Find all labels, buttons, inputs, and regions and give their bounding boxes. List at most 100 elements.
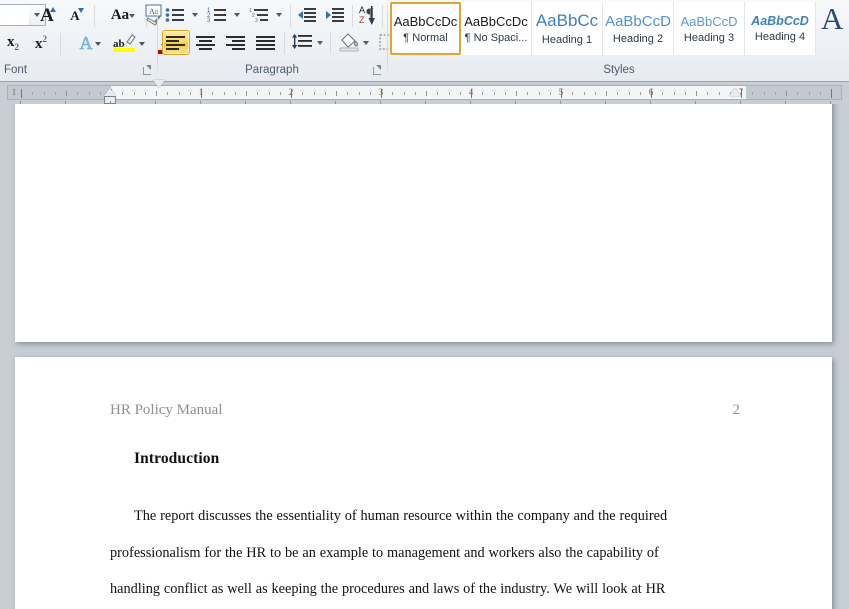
multilevel-list-dropdown[interactable] <box>272 3 286 27</box>
page-previous[interactable] <box>15 104 832 342</box>
ruler-tick <box>527 92 529 95</box>
ruler-number: 6 <box>648 87 654 97</box>
ruler-tick <box>21 89 22 98</box>
ruler-tick <box>88 92 90 95</box>
font-group-label: Font <box>4 64 28 76</box>
ruler-number: 1 <box>198 87 204 97</box>
increase-indent-button[interactable] <box>322 3 348 27</box>
justify-icon <box>256 35 275 50</box>
shrink-font-button[interactable]: A <box>62 3 88 27</box>
ruler-tick <box>279 92 281 95</box>
ruler-tick <box>99 92 101 95</box>
ruler-tick <box>718 92 720 95</box>
font-dialog-launcher[interactable] <box>142 65 154 77</box>
superscript-button[interactable]: x2 <box>28 31 54 55</box>
line-spacing-icon <box>292 34 312 49</box>
ruler-tick <box>831 89 832 98</box>
ruler-tick <box>234 92 236 95</box>
text-effects-button[interactable]: A <box>66 31 106 55</box>
align-left-icon <box>166 35 185 50</box>
styles-group-label: Styles <box>603 64 635 76</box>
change-styles-glyph: A <box>821 1 844 36</box>
ruler-tick <box>414 92 416 95</box>
horizontal-ruler[interactable]: 11234567 <box>7 85 842 100</box>
text-highlight-color-button[interactable]: ab <box>108 31 150 55</box>
divider <box>382 5 383 27</box>
shading-button[interactable] <box>334 30 374 55</box>
ruler-tick <box>606 91 607 96</box>
style-normal-label: ¶ Normal <box>403 31 448 44</box>
ruler-tick <box>324 92 326 95</box>
bullets-dropdown[interactable] <box>188 3 202 27</box>
first-line-indent-marker[interactable] <box>153 80 165 88</box>
style-heading-1-preview: AaBbCc <box>535 11 599 30</box>
multilevel-list-button[interactable]: 1 2 3 <box>246 3 272 27</box>
ruler-tick <box>347 92 349 95</box>
style-heading-2[interactable]: AaBbCcD Heading 2 <box>603 2 674 55</box>
ruler-tick <box>403 92 405 95</box>
ruler-tick <box>313 92 315 95</box>
divider <box>290 5 291 27</box>
align-right-button[interactable] <box>222 30 250 55</box>
chevron-down-icon <box>317 41 323 45</box>
subscript-button[interactable]: x2 <box>0 31 26 55</box>
ribbon-group-styles: AaBbCcDc ¶ Normal AaBbCcDc ¶ No Spaci... AaB… <box>389 0 849 81</box>
ruler-tick <box>156 91 157 96</box>
bullets-button[interactable] <box>162 3 188 27</box>
shrink-font-arrow-icon <box>78 8 84 13</box>
increase-indent-icon <box>326 8 344 22</box>
chevron-down-icon <box>95 42 101 46</box>
styles-gallery: AaBbCcDc ¶ Normal AaBbCcDc ¶ No Spaci... AaB… <box>390 2 816 55</box>
numbering-button[interactable]: 1 2 3 <box>204 3 230 27</box>
ruler-tick <box>32 92 34 95</box>
ruler-tick <box>594 92 596 95</box>
paragraph-group-label: Paragraph <box>245 64 299 76</box>
show-formatting-marks-button[interactable]: ¶ <box>358 3 382 27</box>
ruler-tick <box>763 92 765 95</box>
style-no-spacing[interactable]: AaBbCcDc ¶ No Spaci... <box>461 2 532 55</box>
ruler-tick <box>257 92 259 95</box>
style-heading-4[interactable]: AaBbCcD Heading 4 <box>745 2 816 55</box>
align-center-button[interactable] <box>192 30 220 55</box>
decrease-indent-button[interactable] <box>294 3 320 27</box>
align-left-button[interactable] <box>162 30 190 55</box>
clear-formatting-button[interactable]: Aa <box>129 2 162 28</box>
hanging-indent-marker[interactable] <box>104 88 116 96</box>
change-case-glyph: Aa <box>110 6 130 23</box>
chevron-down-icon <box>192 13 198 17</box>
right-indent-marker[interactable] <box>729 88 741 96</box>
ruler-number: 5 <box>558 87 564 97</box>
document-body[interactable]: Introduction The report discusses the es… <box>110 450 735 608</box>
ruler-number: 2 <box>288 87 294 97</box>
paragraph-line-2: professionalism for the HR to be an exam… <box>110 544 659 561</box>
style-heading-1[interactable]: AaBbCc Heading 1 <box>532 2 603 55</box>
style-heading-4-label: Heading 4 <box>754 31 806 43</box>
chevron-down-icon <box>139 42 145 46</box>
change-styles-button[interactable]: A <box>818 1 849 54</box>
highlight-color-swatch <box>113 48 135 52</box>
bullets-icon <box>165 8 184 22</box>
line-spacing-button[interactable] <box>288 30 328 55</box>
grow-font-button[interactable]: A <box>34 3 60 27</box>
style-heading-3[interactable]: AaBbCcD Heading 3 <box>674 2 745 55</box>
font-size-input[interactable]: 2 <box>0 4 30 26</box>
ruler-tick <box>144 92 146 95</box>
ruler-tick <box>43 92 45 95</box>
justify-button[interactable] <box>252 30 280 55</box>
style-normal[interactable]: AaBbCcDc ¶ Normal <box>390 2 461 55</box>
paragraph-dialog-launcher[interactable] <box>372 65 384 77</box>
style-normal-preview: AaBbCcDc <box>393 13 458 29</box>
ruler-number: 3 <box>378 87 384 97</box>
document-paragraph: The report discusses the essentiality of… <box>110 498 735 535</box>
spacer5 <box>123 3 125 5</box>
document-canvas[interactable]: HR Policy Manual 2 Introduction The repo… <box>0 104 849 609</box>
page-current[interactable]: HR Policy Manual 2 Introduction The repo… <box>15 357 832 609</box>
ruler-tick <box>246 91 247 96</box>
ruler-tick <box>696 91 697 96</box>
numbering-dropdown[interactable] <box>230 3 244 27</box>
chevron-down-icon <box>234 13 240 17</box>
ruler-tick <box>583 92 585 95</box>
align-center-icon <box>196 35 215 50</box>
decrease-indent-icon <box>298 8 316 22</box>
divider <box>330 32 331 54</box>
